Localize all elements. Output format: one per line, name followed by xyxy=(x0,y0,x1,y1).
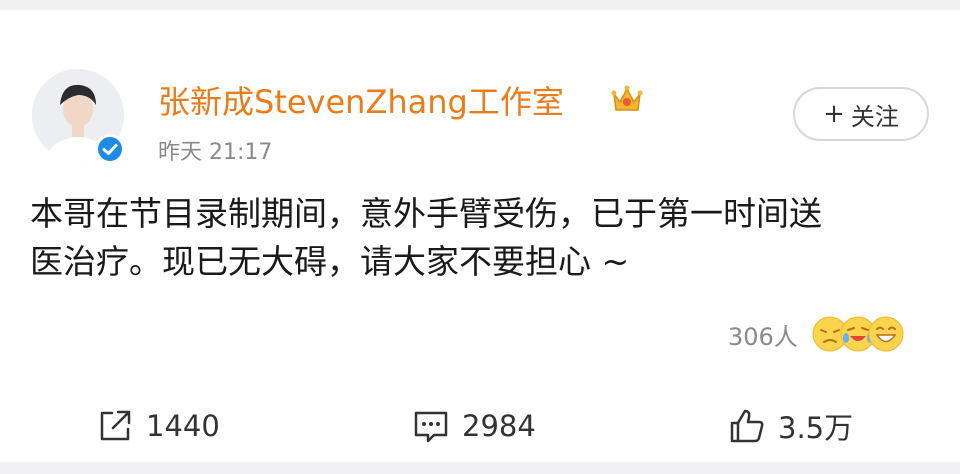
follow-label: 关注 xyxy=(850,102,899,131)
follow-button[interactable]: + 关注 xyxy=(793,87,929,141)
post-content: 本哥在节目录制期间，意外手臂受伤，已于第一时间送 医治疗。现已无大碍，请大家不要… xyxy=(30,190,930,286)
reaction-summary[interactable]: 306人 xyxy=(728,315,904,353)
comment-count: 2984 xyxy=(462,409,536,443)
author-name[interactable]: 张新成StevenZhang工作室 xyxy=(158,82,564,122)
post-time: 昨天 21:17 xyxy=(158,140,273,165)
checkmark-icon xyxy=(102,144,118,155)
card-separator xyxy=(0,462,960,474)
verified-badge xyxy=(95,134,125,164)
laughing-face-emoji-icon xyxy=(868,316,904,352)
thumbs-up-icon xyxy=(730,409,764,443)
repost-icon xyxy=(100,410,131,441)
content-line: 本哥在节目录制期间，意外手臂受伤，已于第一时间送 xyxy=(30,194,822,233)
like-count: 3.5万 xyxy=(778,411,854,445)
comment-button[interactable]: 2984 xyxy=(412,400,536,452)
repost-button[interactable]: 1440 xyxy=(96,400,220,452)
comment-icon xyxy=(414,411,448,443)
vip-crown-icon xyxy=(610,82,644,116)
repost-count: 1440 xyxy=(146,409,220,443)
plus-icon: + xyxy=(823,99,845,129)
like-button[interactable]: 3.5万 xyxy=(728,400,853,452)
weibo-post-card: 张新成StevenZhang工作室 昨天 21:17 + 关注 本哥在节目录制期… xyxy=(0,10,960,462)
reaction-count: 306人 xyxy=(728,322,798,351)
content-line: 医治疗。现已无大碍，请大家不要担心 ~ xyxy=(30,242,630,281)
